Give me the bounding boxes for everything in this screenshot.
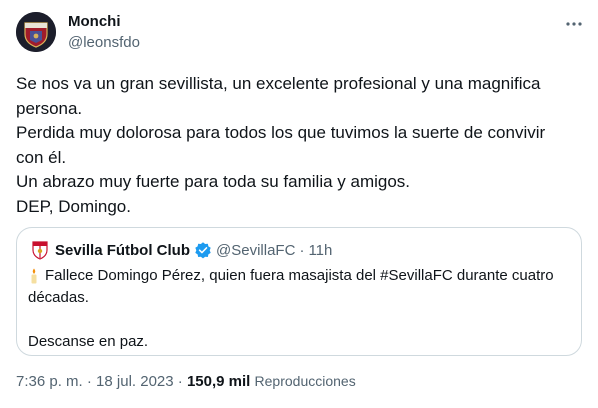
- quoted-time: 11h: [308, 241, 333, 259]
- tweet-text-line: Perdida muy dolorosa para todos los que …: [16, 123, 546, 142]
- quoted-text-line-1: Fallece Domingo Pérez, quien fuera masaj…: [45, 267, 554, 284]
- quoted-text-line-3: Descanse en paz.: [28, 333, 149, 350]
- tweet-text: Se nos va un gran sevillista, un excelen…: [16, 72, 582, 219]
- quoted-display-name: Sevilla Fútbol Club: [55, 241, 191, 259]
- avatar[interactable]: [16, 12, 56, 52]
- quoted-text-line-2: décadas.: [28, 289, 89, 306]
- display-name[interactable]: Monchi: [68, 13, 121, 30]
- more-dots-icon: [566, 22, 582, 26]
- sevilla-crest-avatar-icon: [16, 12, 56, 52]
- tweet-date[interactable]: 18 jul. 2023: [96, 373, 174, 390]
- views-count: 150,9 mil: [186, 373, 251, 390]
- more-options-button[interactable]: [560, 10, 588, 38]
- quoted-author: Sevilla Fútbol Club @SevillaFC · 11h: [55, 241, 332, 259]
- tweet-text-line: Un abrazo muy fuerte para toda su famili…: [16, 172, 411, 191]
- views-label: Reproducciones: [254, 373, 356, 389]
- tweet-text-line: Se nos va un gran sevillista, un excelen…: [16, 74, 541, 93]
- tweet-text-line: con él.: [16, 147, 67, 167]
- quoted-text: Fallece Domingo Pérez, quien fuera masaj…: [28, 265, 573, 353]
- quoted-tweet[interactable]: Sevilla Fútbol Club @SevillaFC · 11h Fal…: [16, 227, 582, 356]
- meta-separator: ·: [86, 373, 92, 390]
- tweet-metadata: 7:36 p. m. · 18 jul. 2023 · 150,9 mil Re…: [16, 373, 356, 390]
- tweet-text-line: DEP, Domingo.: [16, 196, 131, 216]
- quoted-handle: @SevillaFC: [216, 241, 296, 259]
- quoted-text-line: Fallece Domingo Pérez, quien fuera masaj…: [28, 265, 573, 287]
- quoted-separator: ·: [299, 241, 305, 259]
- sevilla-fc-crest-icon: [32, 241, 48, 260]
- tweet-text-line: persona.: [16, 98, 83, 118]
- verified-badge-icon: [195, 242, 211, 259]
- tweet: Monchi @leonsfdo Se nos va un gran sevil…: [0, 0, 598, 408]
- candle-icon: [31, 268, 37, 284]
- meta-separator: ·: [177, 373, 183, 390]
- user-handle[interactable]: @leonsfdo: [68, 34, 140, 51]
- tweet-time[interactable]: 7:36 p. m.: [16, 373, 83, 390]
